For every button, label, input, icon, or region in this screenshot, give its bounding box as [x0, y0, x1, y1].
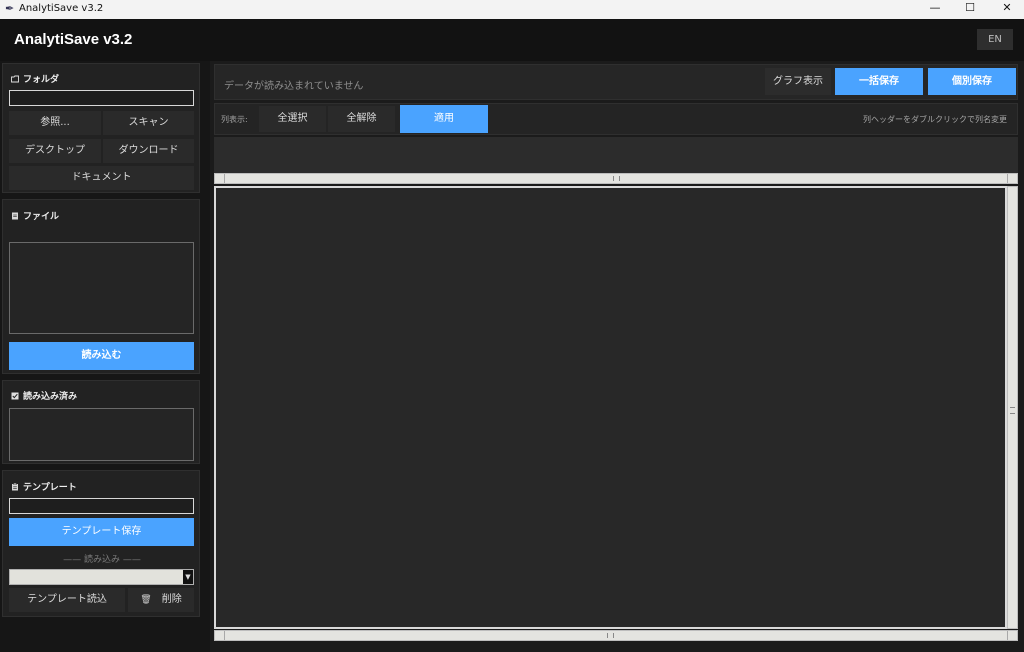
- template-select[interactable]: ▼: [9, 569, 194, 585]
- scroll-right-arrow[interactable]: [1007, 631, 1017, 640]
- download-button[interactable]: ダウンロード: [103, 139, 194, 163]
- desktop-button[interactable]: デスクトップ: [9, 139, 101, 163]
- files-heading-label: ファイル: [23, 212, 60, 222]
- folder-path-input[interactable]: [9, 90, 194, 106]
- select-all-button[interactable]: 全選択: [259, 106, 326, 132]
- scroll-left-arrow[interactable]: [215, 174, 225, 183]
- trash-icon: 🗑: [140, 595, 152, 605]
- delete-label: 削除: [161, 594, 182, 605]
- column-area-hscrollbar[interactable]: [214, 173, 1018, 184]
- checkbox-checked-icon: [11, 392, 19, 400]
- scroll-right-arrow[interactable]: [1007, 174, 1017, 183]
- scan-button[interactable]: スキャン: [103, 111, 194, 135]
- apply-button[interactable]: 適用: [400, 105, 488, 133]
- window-titlebar: ✒ AnalytiSave v3.2 — ☐ ✕: [0, 0, 1024, 19]
- individual-save-button[interactable]: 個別保存: [928, 68, 1016, 95]
- folder-heading: フォルダ: [11, 72, 59, 85]
- load-template-button[interactable]: テンプレート読込: [9, 588, 125, 612]
- bulk-save-button[interactable]: 一括保存: [835, 68, 923, 95]
- template-panel: テンプレート テンプレート保存 —— 読み込み —— ▼ テンプレート読込 🗑 削…: [2, 470, 200, 617]
- folder-icon: [11, 75, 19, 83]
- minimize-button[interactable]: —: [918, 0, 952, 19]
- feather-icon: ✒: [5, 2, 15, 15]
- delete-template-button[interactable]: 🗑 削除: [128, 588, 194, 612]
- template-load-divider: —— 読み込み ——: [63, 555, 141, 565]
- browse-button[interactable]: 参照...: [9, 111, 101, 135]
- status-text: データが読み込まれていません: [224, 81, 364, 92]
- close-button[interactable]: ✕: [990, 0, 1024, 19]
- loaded-panel: 読み込み済み: [2, 380, 200, 464]
- template-name-input[interactable]: [9, 498, 194, 514]
- loaded-heading: 読み込み済み: [11, 389, 77, 402]
- language-button[interactable]: EN: [977, 29, 1013, 50]
- column-checkbox-area[interactable]: [214, 137, 1018, 173]
- save-template-button[interactable]: テンプレート保存: [9, 518, 194, 546]
- clipboard-icon: [12, 483, 18, 491]
- column-display-label: 列表示:: [221, 115, 248, 124]
- folder-panel: フォルダ 参照... スキャン デスクトップ ダウンロード ドキュメント: [2, 63, 200, 193]
- loaded-list[interactable]: [9, 408, 194, 461]
- data-grid[interactable]: [214, 186, 1007, 629]
- grid-hscrollbar[interactable]: [214, 630, 1018, 641]
- scroll-grip-icon[interactable]: [613, 176, 620, 181]
- window-title: AnalytiSave v3.2: [19, 3, 104, 14]
- action-toolbar: データが読み込まれていません グラフ表示 一括保存 個別保存: [214, 64, 1018, 100]
- template-heading-label: テンプレート: [23, 483, 77, 493]
- loaded-heading-label: 読み込み済み: [23, 392, 78, 402]
- grid-vscrollbar[interactable]: [1007, 186, 1018, 629]
- documents-button[interactable]: ドキュメント: [9, 166, 194, 190]
- folder-heading-label: フォルダ: [23, 75, 60, 85]
- main-area: データが読み込まれていません グラフ表示 一括保存 個別保存 列表示: 全選択 …: [210, 61, 1024, 652]
- chevron-down-icon[interactable]: ▼: [183, 570, 193, 584]
- template-heading: テンプレート: [11, 480, 77, 493]
- load-files-button[interactable]: 読み込む: [9, 342, 194, 370]
- graph-view-button[interactable]: グラフ表示: [765, 68, 831, 95]
- files-heading: ファイル: [11, 209, 59, 222]
- file-list[interactable]: [9, 242, 194, 334]
- sidebar: フォルダ 参照... スキャン デスクトップ ダウンロード ドキュメント ファイ…: [0, 61, 210, 652]
- app-title: AnalytiSave v3.2: [14, 31, 133, 48]
- deselect-all-button[interactable]: 全解除: [328, 106, 395, 132]
- file-icon: [12, 212, 18, 220]
- scroll-left-arrow[interactable]: [215, 631, 225, 640]
- rename-hint: 列ヘッダーをダブルクリックで列名変更: [863, 115, 1007, 124]
- files-panel: ファイル 読み込む: [2, 199, 200, 374]
- maximize-button[interactable]: ☐: [953, 0, 987, 19]
- column-toolbar: 列表示: 全選択 全解除 適用 列ヘッダーをダブルクリックで列名変更: [214, 103, 1018, 135]
- scroll-grip-icon[interactable]: [607, 633, 614, 638]
- app-header: AnalytiSave v3.2 EN: [0, 19, 1024, 61]
- scroll-grip-icon[interactable]: [1010, 407, 1015, 414]
